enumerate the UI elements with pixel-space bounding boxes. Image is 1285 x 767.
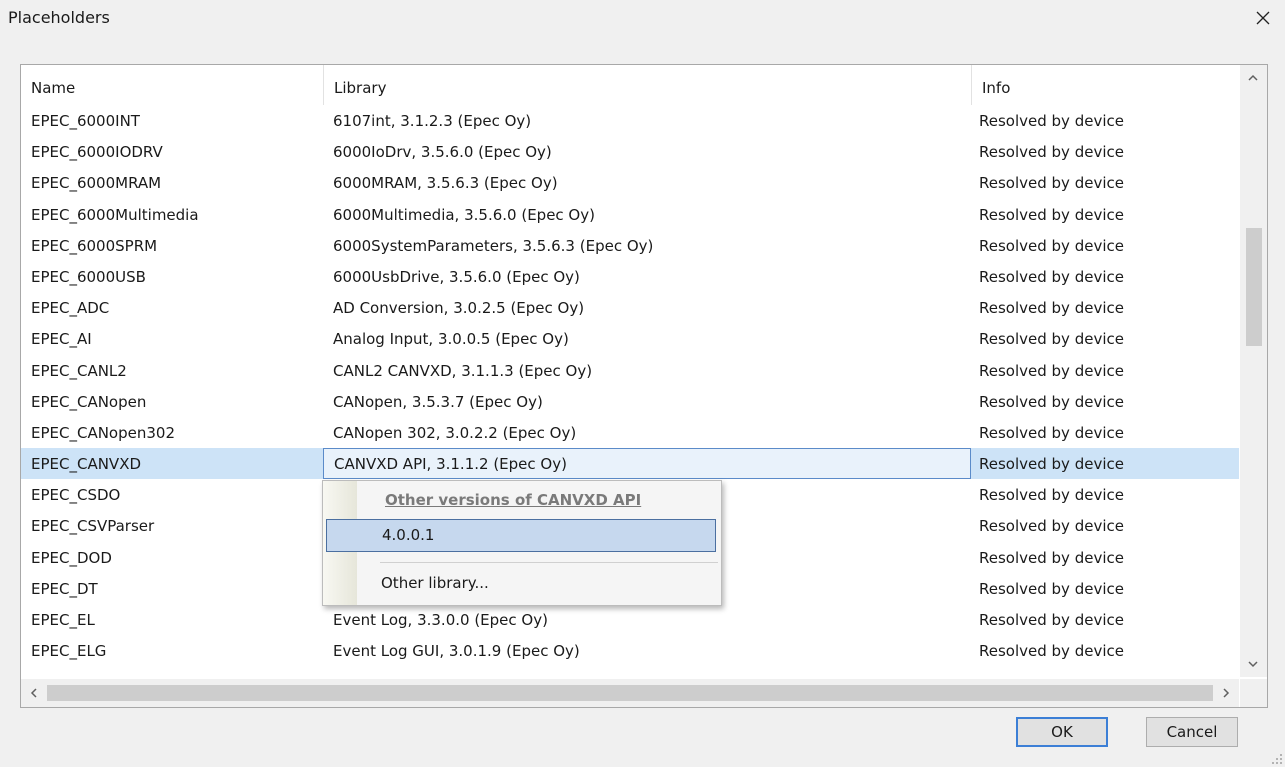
name-cell[interactable]: EPEC_6000MRAM (21, 167, 323, 198)
info-cell[interactable]: Resolved by device (971, 510, 1239, 541)
info-cell[interactable]: Resolved by device (971, 448, 1239, 479)
scroll-right-button[interactable] (1213, 679, 1239, 707)
scroll-down-icon (1248, 661, 1258, 668)
table-row[interactable]: EPEC_6000Multimedia 6000Multimedia, 3.5.6… (21, 199, 1239, 230)
info-cell[interactable]: Resolved by device (971, 105, 1239, 136)
info-cell[interactable]: Resolved by device (971, 417, 1239, 448)
library-cell[interactable]: CANVXD API, 3.1.1.2 (Epec Oy) (323, 448, 971, 480)
column-header-info[interactable]: Info (971, 65, 1239, 105)
table-row[interactable]: EPEC_6000IODRV 6000IoDrv, 3.5.6.0 (Epec O… (21, 136, 1239, 167)
info-cell[interactable]: Resolved by device (971, 292, 1239, 323)
info-cell[interactable]: Resolved by device (971, 355, 1239, 386)
table-row[interactable]: EPEC_6000MRAM 6000MRAM, 3.5.6.3 (Epec Oy)… (21, 167, 1239, 198)
column-header-library[interactable]: Library (323, 65, 971, 105)
ok-button[interactable]: OK (1016, 717, 1108, 747)
window-title: Placeholders (8, 8, 110, 27)
horizontal-scroll-thumb[interactable] (47, 685, 1213, 701)
info-cell[interactable]: Resolved by device (971, 479, 1239, 510)
info-cell[interactable]: Resolved by device (971, 635, 1239, 666)
info-cell[interactable]: Resolved by device (971, 199, 1239, 230)
close-button[interactable] (1251, 6, 1275, 30)
library-cell[interactable]: 6000IoDrv, 3.5.6.0 (Epec Oy) (323, 136, 971, 167)
table-row[interactable]: EPEC_CANVXD CANVXD API, 3.1.1.2 (Epec Oy)… (21, 448, 1239, 480)
vertical-scrollbar[interactable] (1240, 65, 1267, 677)
name-cell[interactable]: EPEC_6000Multimedia (21, 199, 323, 230)
placeholders-table: Name Library Info EPEC_6000INT 6107int, 3… (20, 64, 1268, 708)
scroll-up-icon (1248, 74, 1258, 81)
table-row[interactable]: EPEC_6000INT 6107int, 3.1.2.3 (Epec Oy) Re… (21, 105, 1239, 136)
library-cell[interactable]: 6000SystemParameters, 3.5.6.3 (Epec Oy) (323, 230, 971, 261)
name-cell[interactable]: EPEC_DT (21, 573, 323, 604)
library-cell[interactable]: 6000MRAM, 3.5.6.3 (Epec Oy) (323, 167, 971, 198)
resize-grip-icon[interactable] (1271, 753, 1283, 765)
name-cell[interactable]: EPEC_CANopen302 (21, 417, 323, 448)
library-cell[interactable]: 6000Multimedia, 3.5.6.0 (Epec Oy) (323, 199, 971, 230)
scroll-left-button[interactable] (21, 679, 47, 707)
table-row[interactable]: EPEC_CANopen302 CANopen 302, 3.0.2.2 (Epe… (21, 417, 1239, 448)
library-cell[interactable]: CANopen, 3.5.3.7 (Epec Oy) (323, 386, 971, 417)
library-version-dropdown: Other versions of CANVXD API 4.0.0.1 Oth… (322, 480, 722, 606)
table-row[interactable]: EPEC_CANL2 CANL2 CANVXD, 3.1.1.3 (Epec Oy… (21, 355, 1239, 386)
table-row[interactable]: EPEC_AI Analog Input, 3.0.0.5 (Epec Oy) Re… (21, 323, 1239, 354)
column-header-name[interactable]: Name (21, 65, 323, 105)
table-row[interactable]: EPEC_EL Event Log, 3.3.0.0 (Epec Oy) Resol… (21, 604, 1239, 635)
name-cell[interactable]: EPEC_CANL2 (21, 355, 323, 386)
table-row[interactable]: EPEC_6000SPRM 6000SystemParameters, 3.5.6… (21, 230, 1239, 261)
name-cell[interactable]: EPEC_CANopen (21, 386, 323, 417)
table-row[interactable]: EPEC_6000USB 6000UsbDrive, 3.5.6.0 (Epec … (21, 261, 1239, 292)
name-cell[interactable]: EPEC_EL (21, 604, 323, 635)
table-header: Name Library Info (21, 65, 1239, 105)
info-cell[interactable]: Resolved by device (971, 386, 1239, 417)
name-cell[interactable]: EPEC_ELG (21, 635, 323, 666)
name-cell[interactable]: EPEC_CANVXD (21, 448, 323, 479)
scrollbar-corner (1240, 679, 1267, 707)
table-row[interactable]: EPEC_ADC AD Conversion, 3.0.2.5 (Epec Oy)… (21, 292, 1239, 323)
name-cell[interactable]: EPEC_CSVParser (21, 510, 323, 541)
horizontal-scrollbar[interactable] (21, 679, 1239, 707)
scroll-up-button[interactable] (1240, 65, 1267, 91)
info-cell[interactable]: Resolved by device (971, 573, 1239, 604)
library-cell[interactable]: AD Conversion, 3.0.2.5 (Epec Oy) (323, 292, 971, 323)
scroll-left-icon (30, 688, 37, 698)
info-cell[interactable]: Resolved by device (971, 542, 1239, 573)
info-cell[interactable]: Resolved by device (971, 167, 1239, 198)
info-cell[interactable]: Resolved by device (971, 604, 1239, 635)
menu-item-version-label: 4.0.0.1 (382, 526, 435, 544)
info-cell[interactable]: Resolved by device (971, 136, 1239, 167)
scroll-right-icon (1223, 688, 1230, 698)
name-cell[interactable]: EPEC_CSDO (21, 479, 323, 510)
close-icon (1256, 11, 1270, 25)
title-bar: Placeholders (0, 0, 1285, 40)
name-cell[interactable]: EPEC_AI (21, 323, 323, 354)
menu-group-title: Other versions of CANVXD API (385, 491, 642, 509)
table-row[interactable]: EPEC_CANopen CANopen, 3.5.3.7 (Epec Oy) Re… (21, 386, 1239, 417)
table-row[interactable]: EPEC_ELG Event Log GUI, 3.0.1.9 (Epec Oy)… (21, 635, 1239, 666)
library-cell[interactable]: Event Log, 3.3.0.0 (Epec Oy) (323, 604, 971, 635)
name-cell[interactable]: EPEC_ADC (21, 292, 323, 323)
scroll-down-button[interactable] (1240, 651, 1267, 677)
menu-item-other-library-label: Other library... (381, 574, 489, 592)
library-cell[interactable]: CANopen 302, 3.0.2.2 (Epec Oy) (323, 417, 971, 448)
name-cell[interactable]: EPEC_6000IODRV (21, 136, 323, 167)
library-cell[interactable]: 6107int, 3.1.2.3 (Epec Oy) (323, 105, 971, 136)
menu-item-other-library[interactable]: Other library... (326, 569, 716, 599)
library-cell[interactable]: CANL2 CANVXD, 3.1.1.3 (Epec Oy) (323, 355, 971, 386)
info-cell[interactable]: Resolved by device (971, 261, 1239, 292)
name-cell[interactable]: EPEC_DOD (21, 542, 323, 573)
library-cell[interactable]: Event Log GUI, 3.0.1.9 (Epec Oy) (323, 635, 971, 666)
menu-item-version[interactable]: 4.0.0.1 (326, 519, 716, 552)
name-cell[interactable]: EPEC_6000INT (21, 105, 323, 136)
name-cell[interactable]: EPEC_6000SPRM (21, 230, 323, 261)
cancel-button[interactable]: Cancel (1146, 717, 1238, 747)
menu-separator (380, 562, 718, 563)
library-cell[interactable]: 6000UsbDrive, 3.5.6.0 (Epec Oy) (323, 261, 971, 292)
library-cell[interactable]: Analog Input, 3.0.0.5 (Epec Oy) (323, 323, 971, 354)
vertical-scroll-thumb[interactable] (1246, 228, 1262, 346)
info-cell[interactable]: Resolved by device (971, 230, 1239, 261)
info-cell[interactable]: Resolved by device (971, 323, 1239, 354)
name-cell[interactable]: EPEC_6000USB (21, 261, 323, 292)
